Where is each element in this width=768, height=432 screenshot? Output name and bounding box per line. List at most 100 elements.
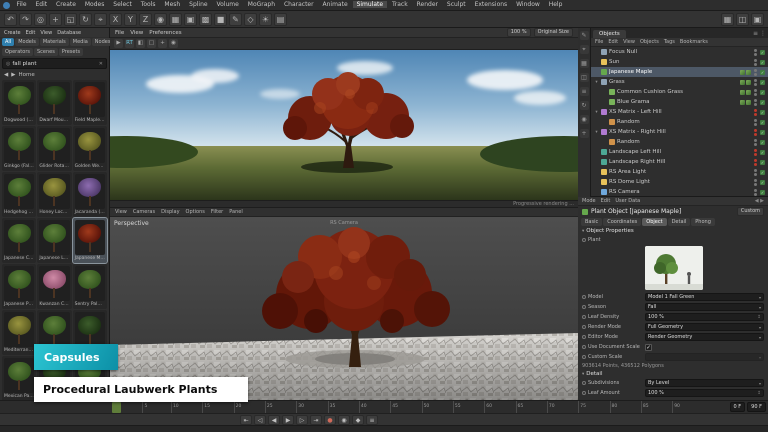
asset-item[interactable]: Kwanzan Cherry (Fall Pl... <box>37 264 71 309</box>
attribute-menu-item[interactable]: Edit <box>601 198 611 204</box>
subdivisions-select[interactable]: By Level ▾ <box>645 379 764 387</box>
render-view-icon[interactable]: ▦ <box>169 13 182 26</box>
asset-item[interactable]: Sentry Palm (Fall Plant) <box>73 264 107 309</box>
back-icon[interactable]: ◀ <box>4 72 8 78</box>
enable-toggle[interactable]: ✓ <box>760 150 765 155</box>
menu-item[interactable]: Tools <box>137 1 159 8</box>
keyframe-dot[interactable] <box>582 391 586 395</box>
render-to-picture-viewer-icon[interactable]: ▣ <box>184 13 197 26</box>
asset-item[interactable]: Japanese Maple (Fall Pl... <box>73 218 107 263</box>
keyframe-dot[interactable] <box>582 355 586 359</box>
asset-item[interactable]: Ginkgo (Fall Plant) <box>2 126 36 171</box>
asset-item[interactable]: Dogwood (Fall Plant) <box>2 80 36 125</box>
asset-item[interactable]: Mexican Palmetto (Fall... <box>2 356 36 400</box>
panel-menu-icon[interactable]: ≡ <box>753 30 758 37</box>
asset-filter-tab[interactable]: Scenes <box>34 48 58 56</box>
visibility-dots[interactable] <box>754 169 757 176</box>
add-spline-icon[interactable]: ✎ <box>229 13 242 26</box>
viewport-3d[interactable]: Perspective RS Camera <box>110 217 578 400</box>
visibility-dots[interactable] <box>754 149 757 156</box>
object-row[interactable]: Blue Grama ✓ <box>591 97 768 107</box>
enable-toggle[interactable]: ✓ <box>760 140 765 145</box>
viewport-menu-item[interactable]: Panel <box>229 209 243 215</box>
spinner-icon[interactable]: ↕ <box>757 391 761 396</box>
asset-browser-menu-item[interactable]: Edit <box>26 30 36 36</box>
keyframe-dot[interactable] <box>582 315 586 319</box>
asset-filter-tab[interactable]: Models <box>15 38 39 46</box>
viewport-menu-item[interactable]: Options <box>186 209 205 215</box>
render-start-icon[interactable]: ▶ <box>114 39 123 48</box>
previous-key-button[interactable]: ◁ <box>254 415 266 425</box>
enable-toggle[interactable]: ✓ <box>760 70 765 75</box>
history-arrows[interactable]: ◀ ▶ <box>755 198 764 204</box>
expand-icon[interactable]: ▾ <box>594 130 599 135</box>
object-row[interactable]: RS Dome Light ✓ <box>591 177 768 187</box>
object-row[interactable]: Random ✓ <box>591 117 768 127</box>
visibility-dots[interactable] <box>754 179 757 186</box>
attribute-tab[interactable]: Detail <box>668 218 691 226</box>
keyframe-dot[interactable] <box>582 345 586 349</box>
axis-lock-x-icon[interactable]: X <box>109 13 122 26</box>
asset-filter-tab[interactable]: Operators <box>2 48 33 56</box>
leaf-amount-field[interactable]: 100 % ↕ <box>645 389 764 397</box>
layout-split-icon[interactable]: ◫ <box>736 13 749 26</box>
object-manager-menu-item[interactable]: File <box>595 39 603 45</box>
rt-toggle[interactable]: RT <box>125 39 134 48</box>
zoom-level[interactable]: 100 % <box>507 28 531 37</box>
asset-item[interactable]: Field Maple (Fall Plant) <box>73 80 107 125</box>
leaf-density-field[interactable]: 100 % ↕ <box>645 313 764 321</box>
object-row[interactable]: RS Camera ✓ <box>591 187 768 197</box>
enable-toggle[interactable]: ✓ <box>760 130 765 135</box>
menu-item[interactable]: Mesh <box>161 1 184 8</box>
snapshot-icon[interactable]: ◧ <box>136 39 145 48</box>
layout-single-icon[interactable]: ▣ <box>751 13 764 26</box>
collapse-icon[interactable]: ▾ <box>582 229 584 234</box>
axis-lock-y-icon[interactable]: Y <box>124 13 137 26</box>
asset-filter-tab[interactable]: Media <box>70 38 91 46</box>
app-logo-icon[interactable] <box>3 2 10 9</box>
menu-item[interactable]: Sculpt <box>443 1 469 8</box>
enable-toggle[interactable]: ✓ <box>760 110 765 115</box>
more-icon[interactable]: ⋮ <box>760 30 766 37</box>
visibility-dots[interactable] <box>754 79 757 86</box>
object-row[interactable]: RS Area Light ✓ <box>591 167 768 177</box>
object-manager-menu-item[interactable]: Edit <box>608 39 618 45</box>
add-cube-icon[interactable]: ■ <box>214 13 227 26</box>
breadcrumb[interactable]: Home <box>18 72 34 78</box>
keyframe-dot[interactable] <box>582 238 586 242</box>
keyframe-button[interactable]: ◆ <box>352 415 364 425</box>
menu-item[interactable]: Window <box>513 1 544 8</box>
keyframe-dot[interactable] <box>582 305 586 309</box>
menu-item[interactable]: Help <box>545 1 566 8</box>
expand-icon[interactable]: ▾ <box>594 110 599 115</box>
viewport-menu-item[interactable]: Cameras <box>133 209 155 215</box>
menu-item[interactable]: MoGraph <box>244 1 278 8</box>
go-to-end-button[interactable]: ⇥ <box>310 415 322 425</box>
asset-item[interactable]: Japanese Privet (Fall Pl... <box>2 264 36 309</box>
render-view-menu-item[interactable]: Preferences <box>149 30 181 36</box>
visibility-dots[interactable] <box>754 139 757 146</box>
render-settings-icon[interactable]: ▩ <box>199 13 212 26</box>
menu-item[interactable]: Simulate <box>353 1 387 8</box>
menu-item[interactable]: Render <box>413 1 441 8</box>
autokey-button[interactable]: ◉ <box>338 415 350 425</box>
enable-toggle[interactable]: ✓ <box>760 190 765 195</box>
attribute-tab[interactable]: Coordinates <box>603 218 641 226</box>
keyframe-dot[interactable] <box>582 335 586 339</box>
play-button[interactable]: ▶ <box>282 415 294 425</box>
object-row[interactable]: ▾ Grass ✓ <box>591 77 768 87</box>
redo-icon[interactable]: ↷ <box>19 13 32 26</box>
visibility-dots[interactable] <box>754 119 757 126</box>
visibility-dots[interactable] <box>754 189 757 196</box>
enable-toggle[interactable]: ✓ <box>760 160 765 165</box>
menu-item[interactable]: Create <box>53 1 80 8</box>
attribute-menu-item[interactable]: User Data <box>615 198 640 204</box>
menu-item[interactable]: Select <box>110 1 136 8</box>
asset-search-input[interactable]: ◎ fall plant ✕ <box>2 58 107 69</box>
list-icon[interactable]: ≡ <box>580 87 589 96</box>
add-camera-icon[interactable]: ▤ <box>274 13 287 26</box>
asset-filter-tab[interactable]: Presets <box>59 48 83 56</box>
enable-toggle[interactable]: ✓ <box>760 80 765 85</box>
menu-item[interactable]: Modes <box>81 1 107 8</box>
rotate-tool-icon[interactable]: ↻ <box>79 13 92 26</box>
